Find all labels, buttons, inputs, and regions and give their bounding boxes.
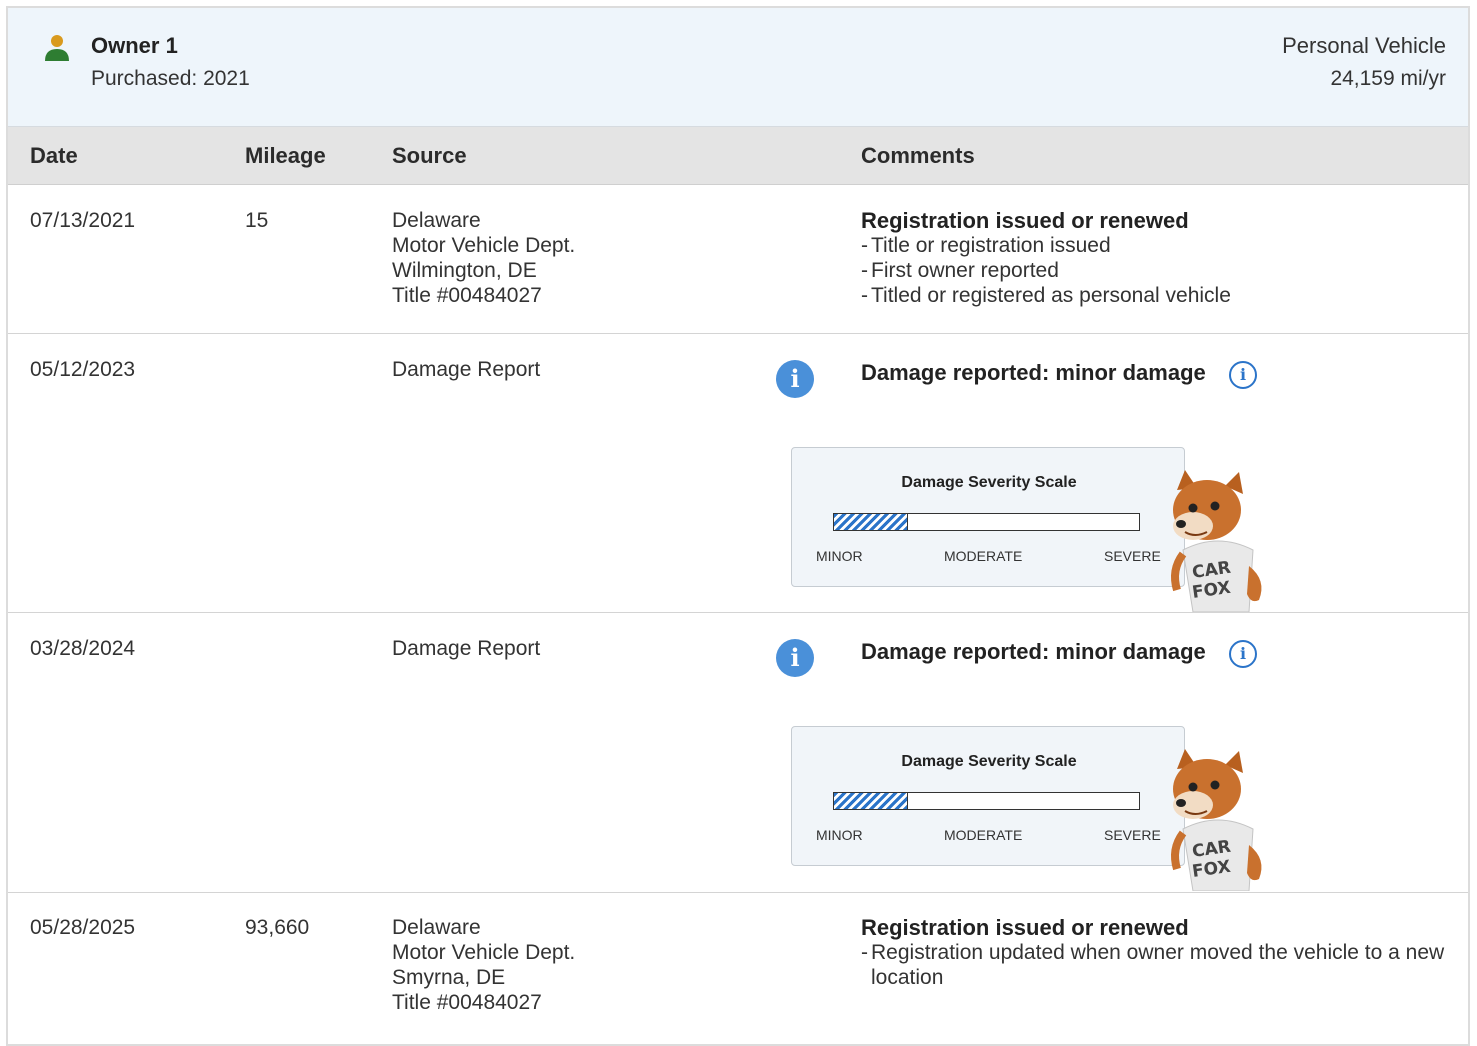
owner-header: Owner 1 Purchased: 2021 Personal Vehicle… bbox=[8, 8, 1468, 127]
damage-title: Damage reported: minor damage bbox=[861, 639, 1206, 664]
record-date: 05/28/2025 bbox=[30, 916, 136, 939]
mileage-column-header: Mileage bbox=[245, 143, 326, 168]
scale-label-severe: SEVERE bbox=[1104, 827, 1161, 843]
scale-label-minor: MINOR bbox=[816, 827, 863, 843]
scale-title: Damage Severity Scale bbox=[901, 753, 1077, 770]
damage-details-info-icon[interactable]: i bbox=[1229, 361, 1257, 389]
record-source: Delaware Motor Vehicle Dept. Wilmington,… bbox=[392, 208, 575, 308]
damage-severity-scale: Damage Severity Scale MINOR MODERATE SEV… bbox=[791, 726, 1185, 866]
source-line: Motor Vehicle Dept. bbox=[392, 941, 576, 964]
damage-details-info-icon[interactable]: i bbox=[1229, 640, 1257, 668]
carfox-mascot: CAR FOX bbox=[1171, 749, 1262, 891]
comment-item: - Title or registration issued bbox=[861, 234, 1111, 257]
damage-info-icon[interactable]: i bbox=[776, 360, 814, 398]
record-source: Damage Report bbox=[392, 637, 541, 660]
source-line: Delaware bbox=[392, 209, 481, 232]
source-line: Title #00484027 bbox=[392, 991, 542, 1014]
severity-fill bbox=[834, 793, 909, 809]
record-comments: Registration issued or renewed - Registra… bbox=[861, 915, 1451, 990]
person-icon bbox=[45, 35, 69, 61]
ownership-history-card: Owner 1 Purchased: 2021 Personal Vehicle… bbox=[6, 6, 1470, 1046]
table-row: 05/28/2025 93,660 Delaware Motor Vehicle… bbox=[8, 893, 1468, 1044]
scale-label-moderate: MODERATE bbox=[944, 827, 1023, 843]
table-header: Date Mileage Source Comments bbox=[8, 127, 1468, 185]
scale-label-moderate: MODERATE bbox=[944, 548, 1023, 564]
vehicle-use-type: Personal Vehicle bbox=[1282, 33, 1446, 58]
comment-item: - First owner reported bbox=[861, 259, 1059, 282]
record-date: 05/12/2023 bbox=[30, 358, 136, 381]
table-row: 05/12/2023 Damage Report i Damage report… bbox=[8, 334, 1468, 613]
comment-item: - Titled or registered as personal vehicl… bbox=[861, 284, 1231, 307]
record-date: 03/28/2024 bbox=[30, 637, 136, 660]
scale-label-minor: MINOR bbox=[816, 548, 863, 564]
source-line: Wilmington, DE bbox=[392, 259, 537, 282]
comments-column-header: Comments bbox=[861, 143, 975, 168]
date-column-header: Date bbox=[30, 143, 78, 168]
carfox-mascot: CAR FOX bbox=[1171, 470, 1262, 612]
source-line: Delaware bbox=[392, 916, 481, 939]
source-column-header: Source bbox=[392, 143, 467, 168]
source-line: Motor Vehicle Dept. bbox=[392, 234, 576, 257]
source-line: Title #00484027 bbox=[392, 284, 542, 307]
record-comments: Registration issued or renewed - Title or… bbox=[861, 208, 1461, 308]
table-row: 07/13/2021 15 Delaware Motor Vehicle Dep… bbox=[8, 185, 1468, 334]
record-source: Delaware Motor Vehicle Dept. Smyrna, DE … bbox=[392, 915, 575, 1015]
severity-fill bbox=[834, 514, 909, 530]
scale-label-severe: SEVERE bbox=[1104, 548, 1161, 564]
table-row: 03/28/2024 Damage Report i Damage report… bbox=[8, 613, 1468, 893]
owner-name: Owner 1 bbox=[91, 33, 178, 58]
comment-item: - Registration updated when owner moved t… bbox=[861, 941, 1445, 989]
damage-info-icon[interactable]: i bbox=[776, 639, 814, 677]
severity-bar bbox=[833, 792, 1140, 810]
record-mileage: 15 bbox=[245, 209, 269, 232]
record-mileage: 93,660 bbox=[245, 916, 310, 939]
source-line: Smyrna, DE bbox=[392, 966, 506, 989]
scale-title: Damage Severity Scale bbox=[901, 474, 1077, 491]
record-source: Damage Report bbox=[392, 358, 541, 381]
record-date: 07/13/2021 bbox=[30, 209, 136, 232]
miles-per-year: 24,159 mi/yr bbox=[1330, 67, 1446, 90]
comment-title: Registration issued or renewed bbox=[861, 208, 1189, 233]
owner-purchase-year: Purchased: 2021 bbox=[91, 67, 250, 90]
damage-title: Damage reported: minor damage bbox=[861, 360, 1206, 385]
comment-title: Registration issued or renewed bbox=[861, 915, 1189, 940]
severity-bar bbox=[833, 513, 1140, 531]
damage-severity-scale: Damage Severity Scale MINOR MODERATE SEV… bbox=[791, 447, 1185, 587]
